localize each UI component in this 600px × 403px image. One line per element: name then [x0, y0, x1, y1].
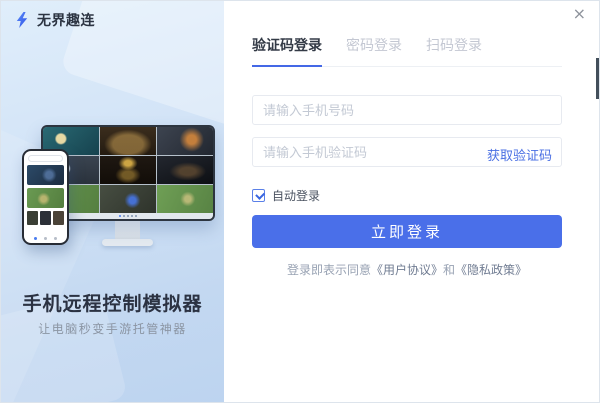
get-code-link[interactable]: 获取验证码 [487, 145, 552, 164]
user-agreement-link[interactable]: 《用户协议》 [371, 263, 443, 277]
game-thumbnail [157, 127, 213, 155]
privacy-policy-link[interactable]: 《隐私政策》 [455, 263, 527, 277]
app-window: 无界趣连 [0, 0, 600, 403]
tab-password-login[interactable]: 密码登录 [346, 35, 402, 66]
promo-panel: 无界趣连 [1, 1, 224, 402]
login-panel: × 验证码登录 密码登录 扫码登录 获取验证码 自动登录 立即登录 登录即表示同… [224, 1, 599, 402]
game-thumbnail [100, 127, 156, 155]
agreement-text: 登录即表示同意《用户协议》和《隐私政策》 [252, 261, 562, 278]
login-tab-bar: 验证码登录 密码登录 扫码登录 [252, 35, 562, 67]
game-thumbnail [100, 156, 156, 184]
scrollbar-thumb[interactable] [596, 58, 599, 99]
monitor-stand-base [102, 239, 153, 246]
game-thumbnail [100, 185, 156, 213]
phone-field-wrap [252, 95, 562, 125]
game-thumbnail [27, 165, 64, 185]
phone-input[interactable] [252, 95, 562, 125]
login-button[interactable]: 立即登录 [252, 215, 562, 248]
auto-login-row: 自动登录 [252, 187, 562, 204]
code-field-wrap: 获取验证码 [252, 137, 562, 167]
promo-subheadline: 让电脑秒变手游托管神器 [1, 320, 224, 337]
auto-login-checkbox[interactable] [252, 189, 265, 202]
game-thumbnail [157, 156, 213, 184]
promo-headline: 手机远程控制模拟器 [1, 289, 224, 316]
monitor-stand [115, 221, 140, 240]
login-form: 获取验证码 自动登录 立即登录 登录即表示同意《用户协议》和《隐私政策》 [252, 95, 562, 278]
phone-screen [24, 151, 67, 243]
close-icon[interactable]: × [573, 6, 586, 22]
brand: 无界趣连 [14, 10, 95, 30]
phone-illustration [22, 149, 69, 245]
tab-qr-login[interactable]: 扫码登录 [426, 35, 482, 66]
game-thumbnail [157, 185, 213, 213]
agreement-conjunction: 和 [443, 263, 455, 277]
app-title: 无界趣连 [37, 10, 95, 30]
auto-login-label: 自动登录 [272, 187, 320, 204]
phone-search-bar [28, 155, 63, 162]
game-thumbnail [27, 188, 64, 208]
tab-sms-login[interactable]: 验证码登录 [252, 35, 322, 67]
agreement-prefix: 登录即表示同意 [287, 263, 371, 277]
thumbnail-row [27, 211, 64, 225]
lightning-bolt-icon [14, 12, 30, 28]
phone-nav-bar [24, 233, 67, 243]
